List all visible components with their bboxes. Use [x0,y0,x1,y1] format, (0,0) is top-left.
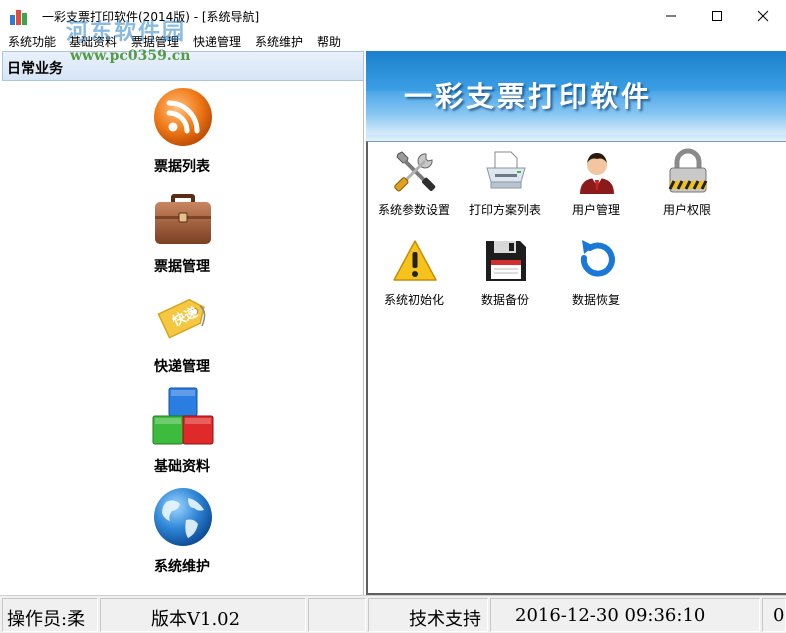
tag-icon: 快递 [157,298,206,339]
status-blank [308,598,366,632]
warning-icon [393,240,437,281]
banner: 一彩支票打印软件 [366,51,786,141]
data-backup-label: 数据备份 [480,293,529,307]
close-button[interactable] [740,0,786,31]
maximize-icon [712,10,722,21]
ticket-management-label: 票据管理 [154,259,210,275]
data-restore-label: 数据恢复 [571,293,620,307]
express-management-label: 快递管理 [154,359,210,375]
system-maintenance-label: 系统维护 [154,559,210,575]
maximize-button[interactable] [694,0,740,31]
left-panel: 日常业务 票据列表 票据管理 快递 快递管理 基础资料 系统维护 [2,51,364,595]
user-management-label: 用户管理 [571,203,620,217]
system-init-button[interactable]: 系统初始化 [368,238,460,310]
menu-system-functions[interactable]: 系统功能 [8,33,56,50]
right-panel: 一彩支票打印软件 系统参数设置 打印方案列表 用户管理 用户权限 系统初始化 数… [366,51,786,595]
restore-icon [580,240,615,277]
user-management-button[interactable]: 用户管理 [550,148,642,220]
status-datetime: 2016-12-30 09:36:10 [490,598,760,632]
banner-title: 一彩支票打印软件 [404,80,653,113]
system-maintenance-button[interactable]: 系统维护 [132,486,232,582]
app-icon [10,10,27,25]
status-datetime-text: 2016-12-30 09:36:10 [515,605,706,626]
print-scheme-list-label: 打印方案列表 [468,203,541,217]
status-bar: 操作员:柔 版本V1.02 技术支持 2016-12-30 09:36:10 0 [0,595,786,633]
lock-icon [668,148,708,193]
minimize-icon [666,15,676,16]
briefcase-icon [155,194,211,244]
menu-help[interactable]: 帮助 [317,33,341,50]
menu-express-management[interactable]: 快递管理 [193,33,241,50]
data-restore-button[interactable]: 数据恢复 [550,238,642,310]
system-settings-button[interactable]: 系统参数设置 [368,148,460,220]
minimize-button[interactable] [648,0,694,31]
status-support-text: 技术支持 [409,609,481,630]
globe-icon [154,488,212,546]
menu-system-maintenance[interactable]: 系统维护 [255,33,303,50]
user-permissions-button[interactable]: 用户权限 [641,148,733,220]
status-operator-text: 操作员:柔 [7,609,86,630]
close-icon [757,10,769,21]
window-title: 一彩支票打印软件(2014版) - [系统导航] [42,10,260,24]
menu-basic-data[interactable]: 基础资料 [69,33,117,50]
system-settings-label: 系统参数设置 [377,203,450,217]
title-bar: 一彩支票打印软件(2014版) - [系统导航] [0,0,786,31]
basic-data-label: 基础资料 [154,459,210,475]
status-version: 版本V1.02 [100,598,306,632]
status-version-text: 版本V1.02 [151,609,241,630]
print-scheme-list-button[interactable]: 打印方案列表 [459,148,551,220]
status-support: 技术支持 [368,598,488,632]
ticket-list-label: 票据列表 [154,159,210,175]
status-operator: 操作员:柔 [2,598,98,632]
tools-icon [394,151,436,192]
status-extra: 0 [762,598,786,632]
printer-icon [486,151,526,189]
status-extra-text: 0 [773,605,785,626]
floppy-icon [486,241,526,281]
user-permissions-label: 用户权限 [662,203,711,217]
menu-ticket-management[interactable]: 票据管理 [131,33,179,50]
system-init-label: 系统初始化 [383,293,444,307]
basic-data-button[interactable]: 基础资料 [132,386,232,482]
data-backup-button[interactable]: 数据备份 [459,238,551,310]
user-icon [580,153,614,194]
function-grid: 系统参数设置 打印方案列表 用户管理 用户权限 系统初始化 数据备份 数据恢复 [366,141,786,595]
menu-bar: 系统功能 基础资料 票据管理 快递管理 系统维护 帮助 [0,31,786,51]
blocks-icon [152,387,214,445]
express-management-button[interactable]: 快递 快递管理 [132,286,232,382]
ticket-management-button[interactable]: 票据管理 [132,186,232,282]
left-panel-header: 日常业务 [2,51,364,81]
ticket-list-button[interactable]: 票据列表 [132,86,232,182]
left-panel-title: 日常业务 [7,61,63,77]
rss-icon [154,88,212,146]
